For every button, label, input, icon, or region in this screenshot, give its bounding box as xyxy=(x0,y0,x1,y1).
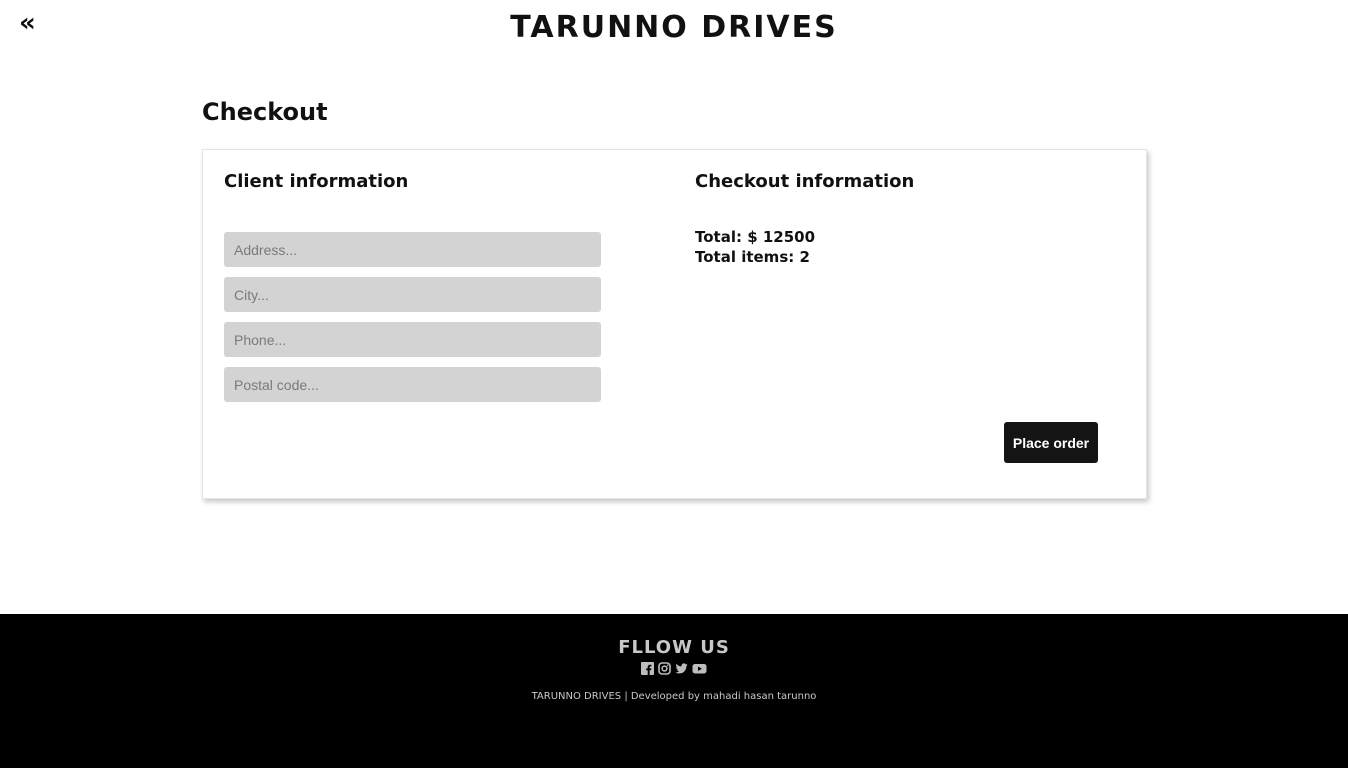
footer-credit: TARUNNO DRIVES | Developed by mahadi has… xyxy=(531,691,817,702)
youtube-icon[interactable] xyxy=(692,660,707,674)
phone-input[interactable] xyxy=(224,322,601,357)
instagram-icon[interactable] xyxy=(658,660,671,675)
checkout-card: Client information Checkout information … xyxy=(202,149,1147,499)
address-input[interactable] xyxy=(224,232,601,267)
postal-code-input[interactable] xyxy=(224,367,601,402)
page-title: Checkout xyxy=(202,98,328,126)
follow-us-title: FLLOW US xyxy=(618,637,730,658)
facebook-icon[interactable] xyxy=(641,660,654,675)
client-info-title: Client information xyxy=(224,171,409,192)
total-items: Total items: 2 xyxy=(695,248,810,266)
city-input[interactable] xyxy=(224,277,601,312)
order-summary: Total: $ 12500 Total items: 2 xyxy=(695,227,815,267)
footer: FLLOW US TARUNNO DRIVES | Developed by m… xyxy=(0,614,1348,768)
place-order-button[interactable]: Place order xyxy=(1004,422,1098,463)
social-links xyxy=(0,660,1348,675)
total-amount: Total: $ 12500 xyxy=(695,228,816,246)
brand-title: TARUNNO DRIVES xyxy=(510,10,838,45)
checkout-info-title: Checkout information xyxy=(695,171,915,192)
twitter-icon[interactable] xyxy=(675,660,688,674)
